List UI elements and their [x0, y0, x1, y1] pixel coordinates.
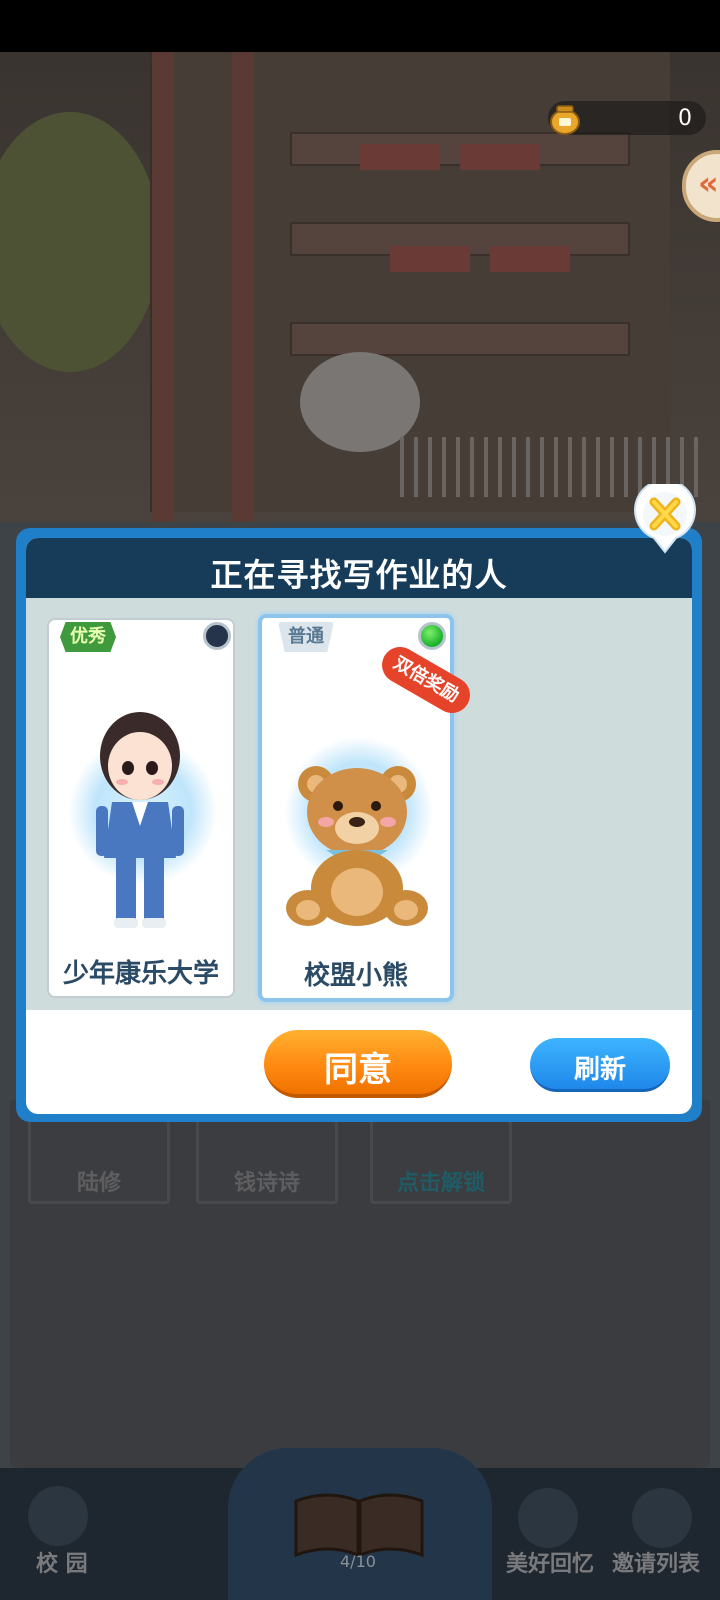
student-avatar	[96, 712, 184, 928]
dialog-title: 正在寻找写作业的人	[210, 556, 508, 594]
building-floor	[290, 322, 630, 356]
nav-invite-label[interactable]: 邀请列表	[612, 1546, 700, 1578]
building-sign	[390, 246, 470, 272]
memories-icon[interactable]	[518, 1488, 578, 1548]
coin-count: 0	[678, 106, 692, 131]
building-sign	[460, 144, 540, 170]
character-name: 钱诗诗	[233, 1171, 300, 1196]
open-book-icon[interactable]	[292, 1485, 426, 1557]
character-card[interactable]: 陆修	[28, 1118, 170, 1204]
character-card[interactable]: 钱诗诗	[196, 1118, 338, 1204]
pillar	[152, 52, 174, 522]
select-radio[interactable]	[203, 622, 231, 650]
tier-badge: 优秀	[60, 622, 116, 652]
select-radio-checked[interactable]	[418, 622, 446, 650]
character-name: 陆修	[76, 1171, 121, 1196]
invite-list-icon[interactable]	[632, 1488, 692, 1548]
candidate-name: 少年康乐大学	[62, 959, 219, 989]
close-icon[interactable]	[632, 484, 698, 554]
locked-character-card[interactable]: 点击解锁	[370, 1118, 512, 1204]
teddy-bear-avatar	[286, 766, 428, 926]
refresh-button[interactable]: 刷新	[530, 1038, 670, 1092]
campus-icon[interactable]	[28, 1486, 88, 1546]
tree	[0, 112, 160, 372]
tier-badge: 普通	[278, 622, 334, 652]
agree-label: 同意	[324, 1050, 392, 1090]
refresh-label: 刷新	[573, 1055, 626, 1085]
status-bar	[0, 0, 720, 52]
agree-button[interactable]: 同意	[264, 1030, 452, 1098]
building-sign	[490, 246, 570, 272]
page-indicator: 4/10	[340, 1552, 376, 1571]
pillar	[232, 52, 254, 522]
nav-memories-label[interactable]: 美好回忆	[506, 1546, 594, 1578]
unlock-label: 点击解锁	[396, 1171, 485, 1196]
honey-jar-icon	[550, 105, 580, 135]
double-chevron-left-icon: «	[698, 164, 719, 202]
candidate-name: 校盟小熊	[303, 961, 408, 991]
building-sign	[360, 144, 440, 170]
nav-campus-label[interactable]: 校 园	[36, 1546, 88, 1578]
dialog-header: 正在寻找写作业的人	[26, 538, 692, 598]
